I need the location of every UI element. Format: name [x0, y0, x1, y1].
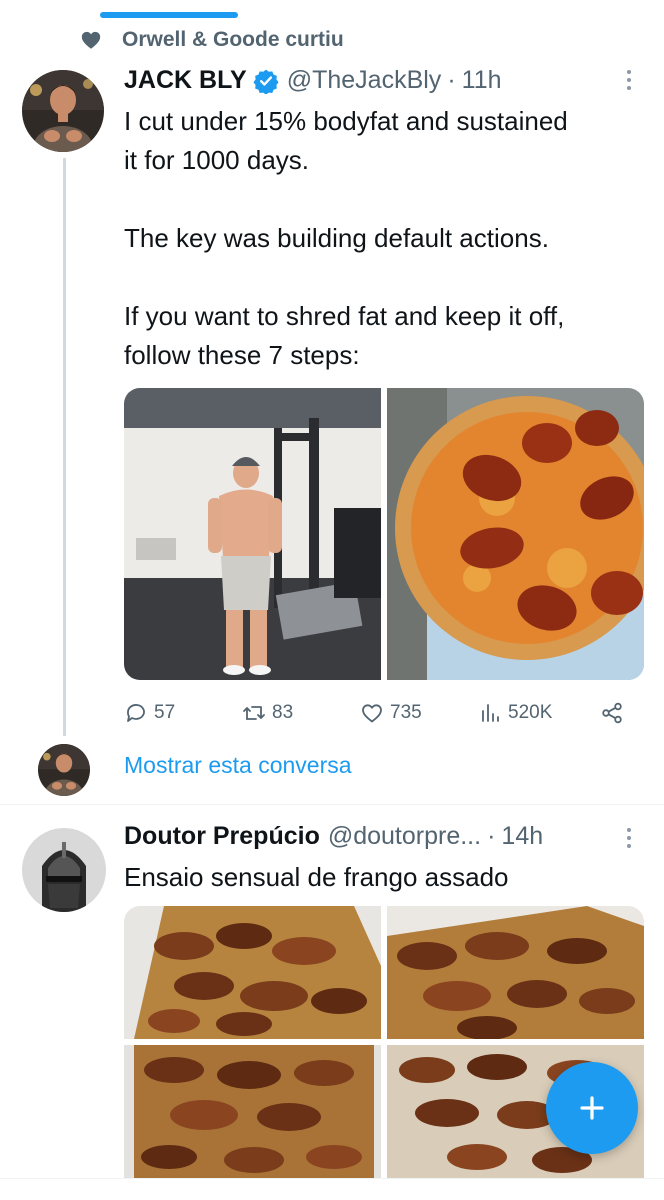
views-count: 520K [508, 702, 553, 723]
chicken-photo[interactable] [124, 906, 381, 1039]
tweet-header: JACK BLY @TheJackBly · 11h [124, 66, 502, 95]
show-conversation-link[interactable]: Mostrar esta conversa [124, 752, 352, 779]
tweet-text-line: If you want to shred fat and keep it off… [124, 301, 565, 331]
divider [0, 804, 664, 805]
tweet-header: Doutor Prepúcio @doutorpre... · 14h [124, 822, 543, 851]
tweet-actions: 57 83 735 520K [124, 696, 634, 730]
retweet-button[interactable]: 83 [242, 701, 360, 725]
tweet-text: Ensaio sensual de frango assado [124, 858, 509, 897]
reply-icon [127, 704, 145, 722]
tweet-text-line: Ensaio sensual de frango assado [124, 862, 509, 892]
thread-line [63, 158, 66, 736]
reply-count: 57 [154, 702, 176, 723]
tab-indicator [100, 12, 238, 18]
tweet-time[interactable]: 14h [501, 822, 543, 851]
heart-icon [81, 31, 101, 49]
tweet-text-line: I cut under 15% bodyfat and sustained [124, 106, 568, 136]
tweet-media[interactable] [124, 388, 644, 680]
social-context-text: Orwell & Goode curtiu [122, 28, 344, 51]
tweet-text-line: The key was building default actions. [124, 223, 549, 253]
tweet-text-line: follow these 7 steps: [124, 340, 360, 370]
share-button[interactable] [600, 701, 624, 725]
tweet-time[interactable]: 11h [462, 66, 502, 95]
reply-button[interactable]: 57 [124, 701, 242, 725]
tweet-text-line: it for 1000 days. [124, 145, 309, 175]
gym-photo[interactable] [124, 388, 381, 680]
retweet-count: 83 [272, 702, 294, 723]
plus-icon [580, 1096, 604, 1120]
avatar[interactable] [22, 828, 106, 912]
tweet-text: I cut under 15% bodyfat and sustained it… [124, 102, 568, 375]
avatar[interactable] [22, 70, 104, 152]
author-handle[interactable]: @doutorpre... [328, 822, 481, 851]
like-count: 735 [390, 702, 422, 723]
retweet-icon [243, 706, 265, 720]
chicken-photo[interactable] [124, 1045, 381, 1178]
author-name[interactable]: Doutor Prepúcio [124, 822, 320, 851]
social-context[interactable]: Orwell & Goode curtiu [80, 26, 344, 54]
separator-dot: · [487, 822, 496, 850]
chicken-photo[interactable] [387, 906, 644, 1039]
avatar-small[interactable] [38, 744, 90, 796]
like-icon [362, 704, 382, 723]
compose-tweet-button[interactable] [546, 1062, 638, 1154]
bottom-nav-edge [0, 1178, 664, 1200]
views-chart-icon [482, 704, 499, 722]
pizza-photo[interactable] [387, 388, 644, 680]
author-name[interactable]: JACK BLY [124, 66, 247, 95]
verified-badge-icon [253, 69, 279, 94]
share-icon [602, 702, 622, 724]
more-options-icon[interactable] [626, 70, 632, 90]
more-options-icon[interactable] [626, 828, 632, 848]
author-handle[interactable]: @TheJackBly [287, 66, 442, 95]
views-button[interactable]: 520K [478, 701, 600, 725]
like-button[interactable]: 735 [360, 701, 478, 725]
separator-dot: · [447, 66, 456, 94]
